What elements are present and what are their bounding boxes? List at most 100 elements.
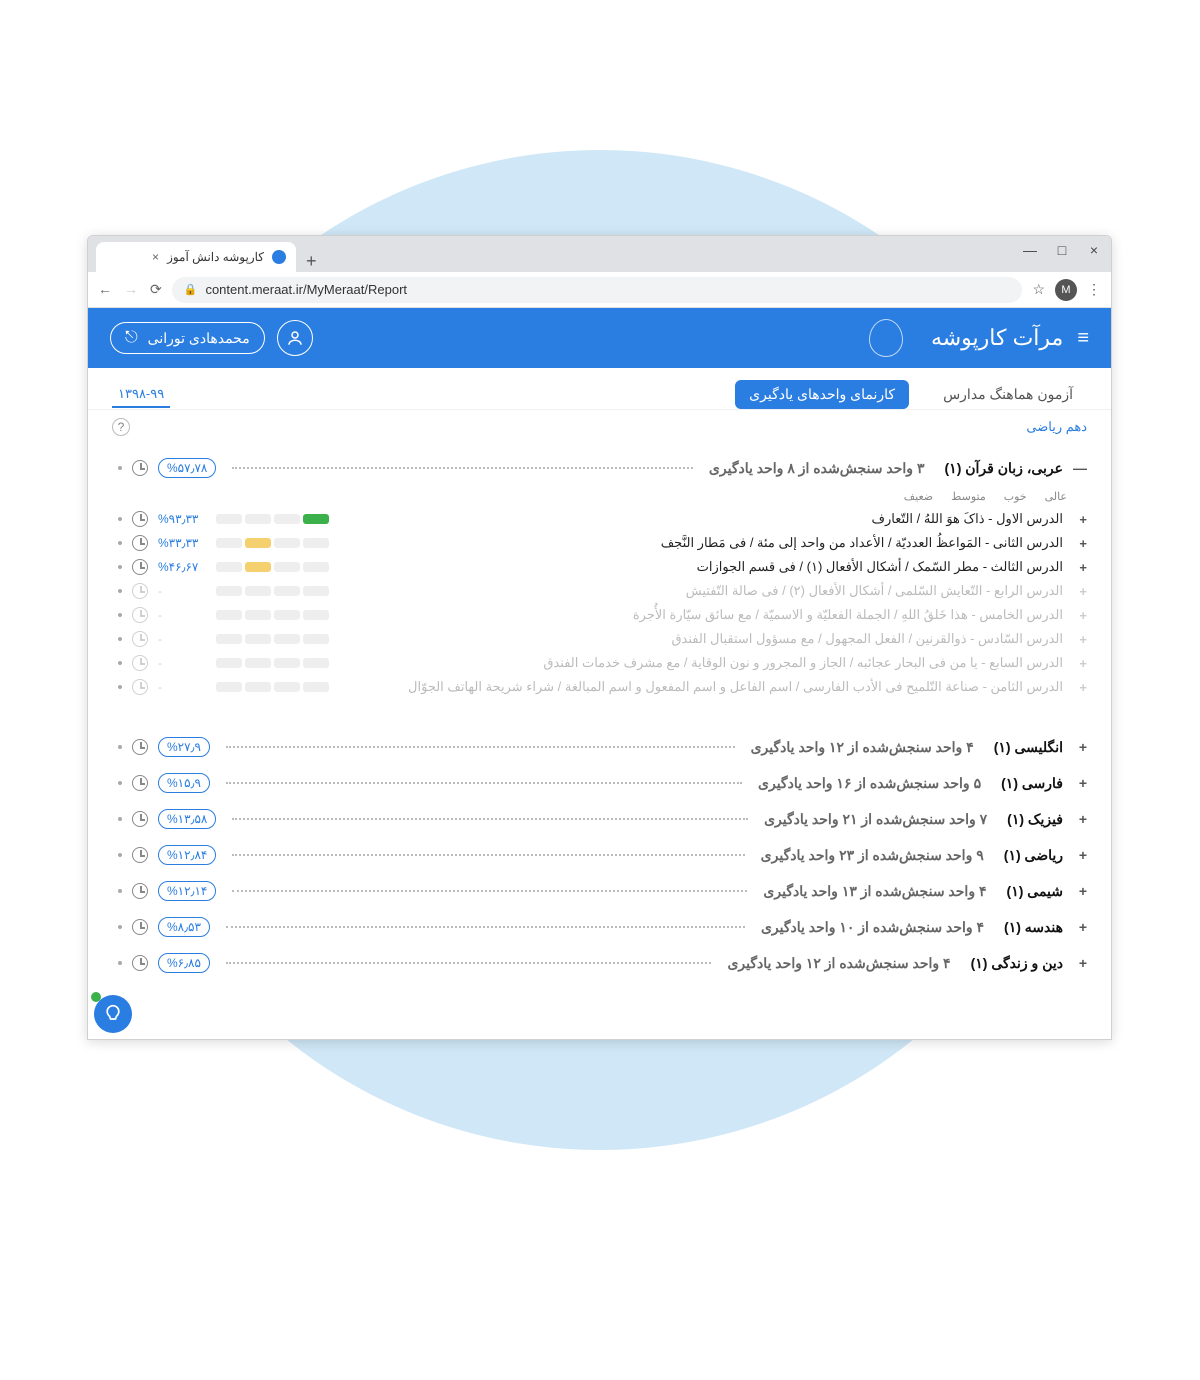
hamburger-menu-icon[interactable]: ≡ xyxy=(1077,327,1089,350)
clock-icon xyxy=(132,631,148,647)
window-close-icon[interactable]: × xyxy=(1085,242,1103,258)
window-maximize-icon[interactable]: □ xyxy=(1053,242,1071,258)
clock-icon xyxy=(132,583,148,599)
subject-note: ۷ واحد سنجش‌شده از ۲۱ واحد یادگیری xyxy=(764,811,987,828)
clock-icon[interactable] xyxy=(132,955,148,971)
help-icon[interactable]: ? xyxy=(112,418,130,436)
clock-icon xyxy=(132,679,148,695)
new-tab-button[interactable]: + xyxy=(296,251,327,272)
expand-icon[interactable]: + xyxy=(1073,739,1087,755)
nav-reload-icon[interactable]: ⟳ xyxy=(150,281,162,298)
lesson-title: الدرس الثالث - مطر السّمک / أشکال الأفعا… xyxy=(697,559,1063,575)
subject-note: ۴ واحد سنجش‌شده از ۱۲ واحد یادگیری xyxy=(727,955,950,972)
expand-icon[interactable]: + xyxy=(1073,847,1087,863)
level-label: ضعیف xyxy=(904,490,933,503)
lesson-row: +الدرس السابع - یا من فی البحار عجائبه /… xyxy=(118,651,1087,675)
favicon-icon xyxy=(272,250,286,264)
clock-icon[interactable] xyxy=(132,847,148,863)
lesson-pct: %۴۶٫۶۷ xyxy=(158,560,206,574)
expand-icon[interactable]: + xyxy=(1073,883,1087,899)
collapse-icon[interactable]: — xyxy=(1073,460,1087,476)
clock-icon[interactable] xyxy=(132,739,148,755)
bullet-icon xyxy=(118,565,122,569)
subject-title: هندسه (۱) xyxy=(1004,919,1063,936)
subject-row-arabic[interactable]: — عربی، زبان قرآن (۱) ۳ واحد سنجش‌شده از… xyxy=(118,450,1087,486)
expand-icon[interactable]: + xyxy=(1073,536,1087,551)
expand-icon[interactable]: + xyxy=(1073,512,1087,527)
pct-pill: %۶٫۸۵ xyxy=(158,953,210,973)
bullet-icon xyxy=(118,613,122,617)
clock-icon[interactable] xyxy=(132,919,148,935)
star-icon[interactable]: ☆ xyxy=(1032,281,1045,298)
lesson-row[interactable]: +الدرس الثانی - المَواعظُ العددیّة / الأ… xyxy=(118,531,1087,555)
clock-icon[interactable] xyxy=(132,535,148,551)
lesson-title: الدرس السّادس - ذوالقرنین / الفعل المجهو… xyxy=(671,631,1063,647)
user-avatar-icon[interactable] xyxy=(277,320,313,356)
subject-row[interactable]: + دین و زندگی (۱) ۴ واحد سنجش‌شده از ۱۲ وا… xyxy=(118,945,1087,981)
quality-bars xyxy=(216,682,329,692)
support-fab[interactable] xyxy=(94,995,132,1033)
user-name: محمدهادی تورانی xyxy=(148,330,250,347)
dots-line xyxy=(226,782,742,784)
bullet-icon xyxy=(118,781,122,785)
clock-icon xyxy=(132,655,148,671)
level-legend: عالی خوب متوسط ضعیف xyxy=(118,486,1087,507)
subject-note: ۴ واحد سنجش‌شده از ۱۳ واحد یادگیری xyxy=(763,883,986,900)
bullet-icon xyxy=(118,853,122,857)
tab-main[interactable]: آزمون هماهنگ مدارس xyxy=(929,380,1087,409)
clock-icon[interactable] xyxy=(132,811,148,827)
pct-pill: %۸٫۵۳ xyxy=(158,917,210,937)
expand-icon[interactable]: + xyxy=(1073,955,1087,971)
expand-icon[interactable]: + xyxy=(1073,560,1087,575)
subject-title: فارسی (۱) xyxy=(1001,775,1063,792)
lesson-pct: - xyxy=(158,656,206,670)
subhead: دهم ریاضی ? xyxy=(88,410,1111,440)
lesson-title: الدرس الخامس - هذا خَلقُ اللهِ / الجملة … xyxy=(633,607,1063,623)
url-field[interactable]: 🔒 content.meraat.ir/MyMeraat/Report xyxy=(172,277,1023,303)
subject-row[interactable]: +فیزیک (۱)۷ واحد سنجش‌شده از ۲۱ واحد یاد… xyxy=(118,801,1087,837)
browser-menu-icon[interactable]: ⋮ xyxy=(1087,281,1101,298)
balloon-logo-icon xyxy=(869,319,903,357)
subject-row[interactable]: +هندسه (۱)۴ واحد سنجش‌شده از ۱۰ واحد یاد… xyxy=(118,909,1087,945)
profile-avatar[interactable]: M xyxy=(1055,279,1077,301)
lesson-pct: - xyxy=(158,584,206,598)
clock-icon[interactable] xyxy=(132,511,148,527)
expand-icon[interactable]: + xyxy=(1073,811,1087,827)
subject-row[interactable]: +انگلیسی (۱)۴ واحد سنجش‌شده از ۱۲ واحد ی… xyxy=(118,729,1087,765)
address-bar: ← → ⟳ 🔒 content.meraat.ir/MyMeraat/Repor… xyxy=(88,272,1111,308)
expand-icon[interactable]: + xyxy=(1073,919,1087,935)
subject-note: ۹ واحد سنجش‌شده از ۲۳ واحد یادگیری xyxy=(761,847,984,864)
window-minimize-icon[interactable]: — xyxy=(1021,242,1039,258)
clock-icon[interactable] xyxy=(132,460,148,476)
quality-bars xyxy=(216,538,329,548)
browser-tab[interactable]: کارپوشه دانش آموز × xyxy=(96,242,296,272)
expand-icon: + xyxy=(1073,680,1087,695)
report-body: — عربی، زبان قرآن (۱) ۳ واحد سنجش‌شده از… xyxy=(88,440,1111,1039)
pct-pill: %۱۳٫۵۸ xyxy=(158,809,216,829)
nav-back-icon[interactable]: ← xyxy=(98,281,112,298)
subject-title: ریاضی (۱) xyxy=(1004,847,1063,864)
lesson-title: الدرس الرابع - التّعایش السّلمی / أشکال … xyxy=(686,583,1063,599)
subject-title: دین و زندگی (۱) xyxy=(971,955,1063,972)
expand-icon[interactable]: + xyxy=(1073,775,1087,791)
bullet-icon xyxy=(118,541,122,545)
subject-row[interactable]: +شیمی (۱)۴ واحد سنجش‌شده از ۱۳ واحد یادگ… xyxy=(118,873,1087,909)
clock-icon[interactable] xyxy=(132,883,148,899)
year-selector[interactable]: ۱۳۹۸-۹۹ xyxy=(112,382,170,408)
titlebar: کارپوشه دانش آموز × + — □ × xyxy=(88,236,1111,272)
expand-icon: + xyxy=(1073,632,1087,647)
subject-row[interactable]: + ریاضی (۱) ۹ واحد سنجش‌شده از ۲۳ واحد یاد… xyxy=(118,837,1087,873)
grade-label[interactable]: دهم ریاضی xyxy=(1026,419,1087,435)
subject-row[interactable]: +فارسی (۱)۵ واحد سنجش‌شده از ۱۶ واحد یاد… xyxy=(118,765,1087,801)
lesson-pct: - xyxy=(158,608,206,622)
clock-icon[interactable] xyxy=(132,775,148,791)
clock-icon[interactable] xyxy=(132,559,148,575)
lesson-row[interactable]: +الدرس الاول - ذاکَ هوَ اللهُ / التّعارف… xyxy=(118,507,1087,531)
quality-bars xyxy=(216,658,329,668)
lesson-row[interactable]: + الدرس الثالث - مطر السّمک / أشکال الأفع… xyxy=(118,555,1087,579)
tab-active[interactable]: کارنمای واحدهای یادگیری xyxy=(735,380,909,409)
nav-forward-icon[interactable]: → xyxy=(124,281,138,298)
tab-close-icon[interactable]: × xyxy=(152,250,159,264)
user-pill[interactable]: محمدهادی تورانی xyxy=(110,322,265,354)
bullet-icon xyxy=(118,637,122,641)
